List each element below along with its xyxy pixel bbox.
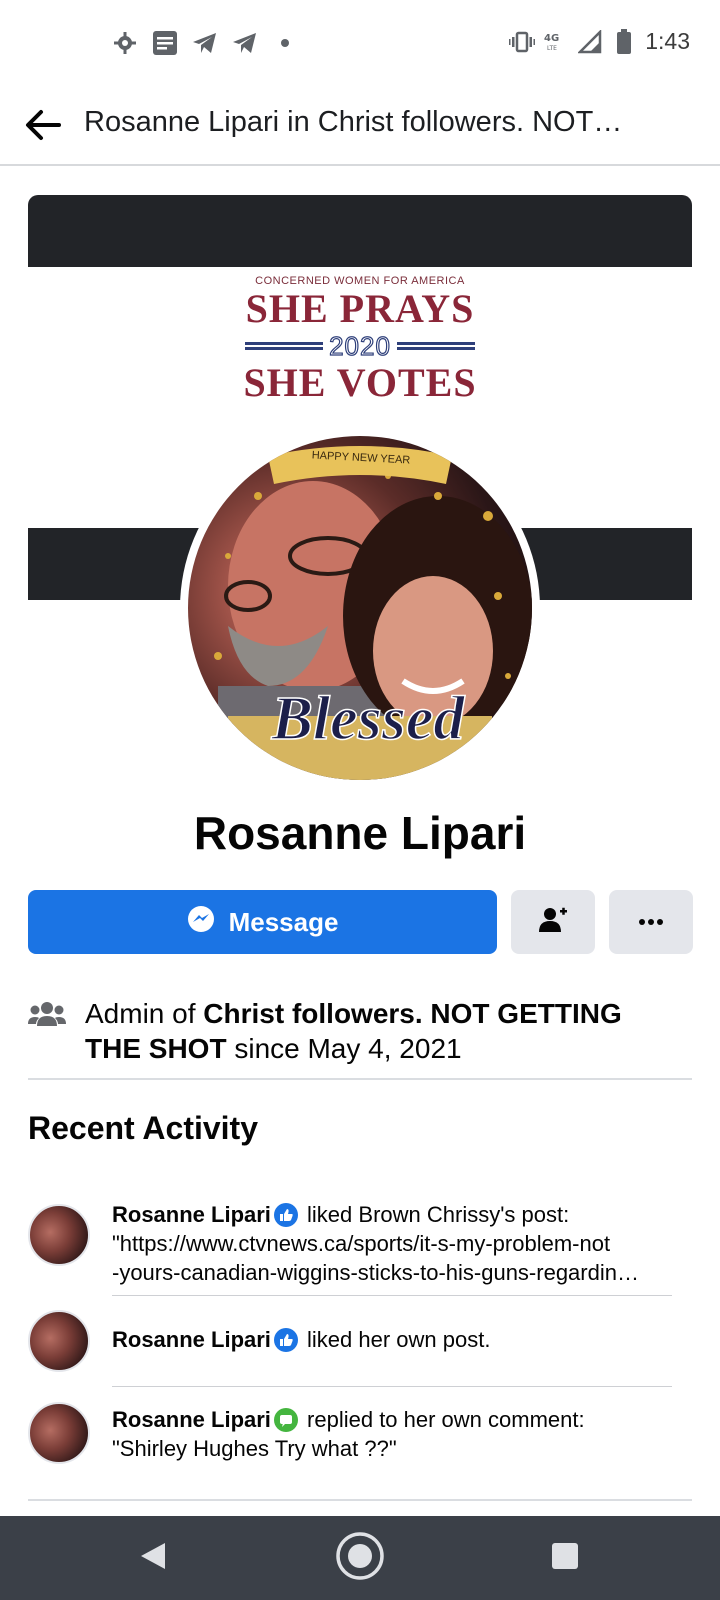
cover-banner: CONCERNED WOMEN FOR AMERICA SHE PRAYS 20… <box>28 275 692 405</box>
message-button-label: Message <box>228 906 339 937</box>
messenger-icon <box>187 905 215 940</box>
activity-quote-line: "Shirley Hughes Try what ??" <box>112 1436 397 1461</box>
activity-text: Rosanne Lipari replied to her own commen… <box>112 1405 672 1463</box>
like-badge-icon <box>273 1203 298 1227</box>
ellipsis-icon <box>638 913 664 931</box>
activity-quote-line: "https://www.ctvnews.ca/sports/it-s-my-p… <box>112 1231 611 1256</box>
activity-action: liked Brown Chrissy's post: <box>300 1202 570 1227</box>
like-badge-icon <box>273 1328 298 1352</box>
divider <box>28 1499 692 1501</box>
status-time: 1:43 <box>645 28 690 54</box>
signal-icon <box>577 29 603 55</box>
message-button[interactable]: Message <box>28 890 497 954</box>
divider <box>112 1386 672 1387</box>
app-bar: Rosanne Lipari in Christ followers. NOT… <box>0 88 720 166</box>
profile-picture[interactable]: HAPPY NEW YEAR Blessed <box>180 428 540 788</box>
circle-home-icon <box>335 1531 385 1586</box>
banner-line-2: SHE VOTES <box>243 360 477 405</box>
comment-badge-icon <box>273 1408 298 1432</box>
admin-text: Admin of Christ followers. NOT GETTING T… <box>85 996 685 1066</box>
dot-icon <box>272 30 298 56</box>
banner-line-1: SHE PRAYS <box>245 286 475 331</box>
admin-prefix: Admin of <box>85 998 204 1029</box>
battery-icon <box>611 28 637 55</box>
vibrate-icon <box>509 29 536 55</box>
avatar[interactable] <box>28 1310 90 1372</box>
profile-name: Rosanne Lipari <box>193 807 527 859</box>
avatar[interactable] <box>28 1204 90 1266</box>
admin-since: since May 4, 2021 <box>226 1033 462 1064</box>
banner-divider-right <box>396 342 475 350</box>
admin-info: Admin of Christ followers. NOT GETTING T… <box>28 996 692 1080</box>
activity-user-name[interactable]: Rosanne Lipari <box>112 1327 271 1352</box>
recent-activity-title: Recent Activity <box>28 1110 258 1146</box>
telegram-icon <box>232 30 258 56</box>
banner-year-row: 2020 <box>28 330 692 361</box>
status-left-icons <box>112 30 298 56</box>
svg-text:LTE: LTE <box>547 45 557 52</box>
status-bar: 4G LTE 1:43 <box>0 0 720 88</box>
activity-user-name[interactable]: Rosanne Lipari <box>112 1202 271 1227</box>
svg-text:4G: 4G <box>544 33 559 44</box>
telegram-icon <box>192 30 218 56</box>
divider <box>112 1295 672 1296</box>
back-button[interactable] <box>20 104 66 150</box>
message-icon <box>152 30 178 56</box>
more-options-button[interactable] <box>609 890 693 954</box>
activity-text: Rosanne Lipari liked her own post. <box>112 1325 672 1354</box>
gear-icon <box>112 30 138 56</box>
banner-year: 2020 <box>328 330 391 361</box>
square-recents-icon <box>551 1542 579 1575</box>
cover-top-band <box>28 195 692 267</box>
status-right-icons: 4G LTE 1:43 <box>509 28 690 55</box>
nav-home-button[interactable] <box>300 1516 420 1600</box>
activity-text: Rosanne Lipari liked Brown Chrissy's pos… <box>112 1200 672 1287</box>
activity-action: liked her own post. <box>300 1327 491 1352</box>
activity-quote-line: -yours-canadian-wiggins-sticks-to-his-gu… <box>112 1260 639 1285</box>
add-person-icon <box>538 905 568 940</box>
add-friend-button[interactable] <box>511 890 595 954</box>
page-title: Rosanne Lipari in Christ followers. NOT… <box>84 106 623 138</box>
activity-item[interactable]: Rosanne Lipari liked Brown Chrissy's pos… <box>28 1200 692 1300</box>
activity-user-name[interactable]: Rosanne Lipari <box>112 1407 271 1432</box>
activity-item[interactable]: Rosanne Lipari liked her own post. <box>28 1308 692 1388</box>
group-icon <box>28 1000 66 1033</box>
arrow-left-icon <box>24 109 62 146</box>
4g-lte-icon: 4G LTE <box>543 29 569 55</box>
activity-action: replied to her own comment: <box>300 1407 585 1432</box>
avatar: HAPPY NEW YEAR Blessed <box>188 436 532 780</box>
banner-divider-left <box>245 342 324 350</box>
system-nav-bar <box>0 1516 720 1600</box>
nav-recents-button[interactable] <box>505 1516 625 1600</box>
avatar[interactable] <box>28 1402 90 1464</box>
triangle-back-icon <box>139 1541 167 1576</box>
avatar-script-text: Blessed <box>271 684 465 754</box>
nav-back-button[interactable] <box>93 1516 213 1600</box>
activity-item[interactable]: Rosanne Lipari replied to her own commen… <box>28 1400 692 1490</box>
